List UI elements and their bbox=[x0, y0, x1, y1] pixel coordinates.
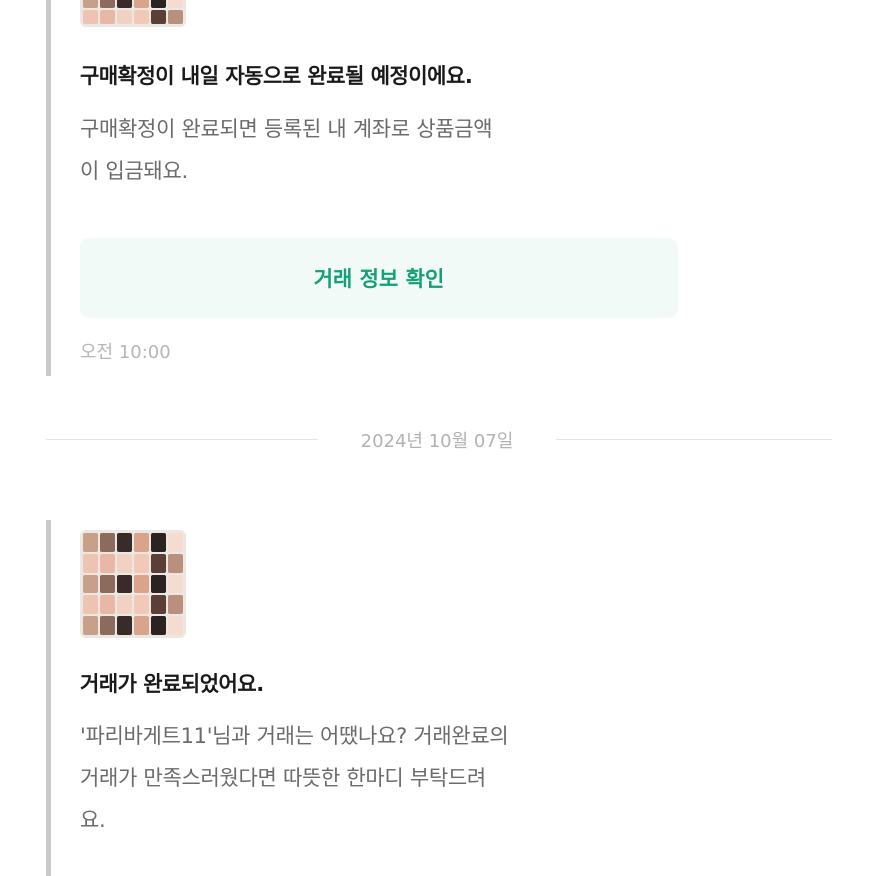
message-body-line: 거래가 만족스러웠다면 따뜻한 한마디 부탁드려 bbox=[80, 766, 486, 790]
message-body: '파리바게트11'님과 거래는 어땠나요? 거래완료의 거래가 만족스러웠다면 … bbox=[80, 715, 690, 841]
thumbnail-tile bbox=[117, 595, 132, 615]
message-timestamp: 오전 10:00 bbox=[80, 342, 171, 363]
thumbnail-tile bbox=[100, 533, 115, 552]
thumbnail-tile bbox=[117, 533, 132, 552]
thumbnail-tile bbox=[100, 595, 115, 615]
message-card-purchase-confirm: 구매확정이 내일 자동으로 완료될 예정이에요. 구매확정이 완료되면 등록된 … bbox=[46, 0, 691, 376]
thumbnail-tile bbox=[168, 533, 183, 552]
thumbnail-tile bbox=[117, 553, 132, 573]
thumbnail-tile bbox=[168, 553, 183, 573]
divider-line bbox=[46, 439, 318, 440]
thumbnail-tile bbox=[100, 0, 115, 8]
thumbnail-tile bbox=[151, 553, 166, 573]
thumbnail-tile bbox=[151, 9, 166, 24]
thumbnail-tile bbox=[83, 9, 98, 24]
thumbnail-tile bbox=[100, 553, 115, 573]
thumbnail-tile bbox=[100, 9, 115, 24]
divider-line bbox=[556, 439, 832, 440]
thumbnail-tile bbox=[151, 0, 166, 8]
thumbnail-tile bbox=[151, 533, 166, 552]
thumbnail-tile bbox=[168, 616, 183, 635]
thumbnail-tile bbox=[134, 616, 149, 635]
message-card-deal-complete: 거래가 완료되었어요. '파리바게트11'님과 거래는 어땠나요? 거래완료의 … bbox=[46, 520, 691, 876]
product-thumbnail[interactable] bbox=[80, 0, 186, 27]
thumbnail-tile bbox=[83, 533, 98, 552]
thumbnail-tile bbox=[83, 0, 98, 8]
thumbnail-tile bbox=[83, 616, 98, 635]
thumbnail-tile bbox=[117, 616, 132, 635]
transaction-info-button[interactable]: 거래 정보 확인 bbox=[80, 238, 678, 318]
thumbnail-tile bbox=[168, 9, 183, 24]
message-body-line: 이 입금돼요. bbox=[80, 159, 188, 183]
thumbnail-tile bbox=[134, 574, 149, 594]
thumbnail-tile bbox=[117, 0, 132, 8]
thumbnail-tile bbox=[117, 9, 132, 24]
thumbnail-tile bbox=[83, 595, 98, 615]
thumbnail-tile bbox=[134, 595, 149, 615]
thumbnail-tile bbox=[151, 574, 166, 594]
thumbnail-tile bbox=[168, 574, 183, 594]
thumbnail-tile bbox=[100, 616, 115, 635]
thumbnail-tile bbox=[134, 0, 149, 8]
chat-screen: 구매확정이 내일 자동으로 완료될 예정이에요. 구매확정이 완료되면 등록된 … bbox=[0, 0, 876, 876]
message-body: 구매확정이 완료되면 등록된 내 계좌로 상품금액 이 입금돼요. bbox=[80, 108, 680, 192]
thumbnail-tile bbox=[151, 616, 166, 635]
message-body-line: 요. bbox=[80, 808, 106, 832]
product-thumbnail[interactable] bbox=[80, 530, 186, 638]
thumbnail-tile bbox=[83, 553, 98, 573]
thumbnail-tile bbox=[168, 0, 183, 8]
thumbnail-tile bbox=[168, 595, 183, 615]
thumbnail-tile bbox=[151, 595, 166, 615]
date-divider: 2024년 10월 07일 bbox=[46, 427, 832, 452]
message-body-line: '파리바게트11'님과 거래는 어땠나요? 거래완료의 bbox=[80, 724, 509, 748]
message-title: 구매확정이 내일 자동으로 완료될 예정이에요. bbox=[80, 64, 473, 88]
date-divider-label: 2024년 10월 07일 bbox=[360, 431, 514, 452]
thumbnail-tile bbox=[100, 574, 115, 594]
message-title: 거래가 완료되었어요. bbox=[80, 672, 264, 696]
thumbnail-tile bbox=[83, 574, 98, 594]
thumbnail-tile bbox=[117, 574, 132, 594]
thumbnail-tile bbox=[134, 553, 149, 573]
thumbnail-tile bbox=[134, 9, 149, 24]
message-body-line: 구매확정이 완료되면 등록된 내 계좌로 상품금액 bbox=[80, 117, 493, 141]
thumbnail-tile bbox=[134, 533, 149, 552]
